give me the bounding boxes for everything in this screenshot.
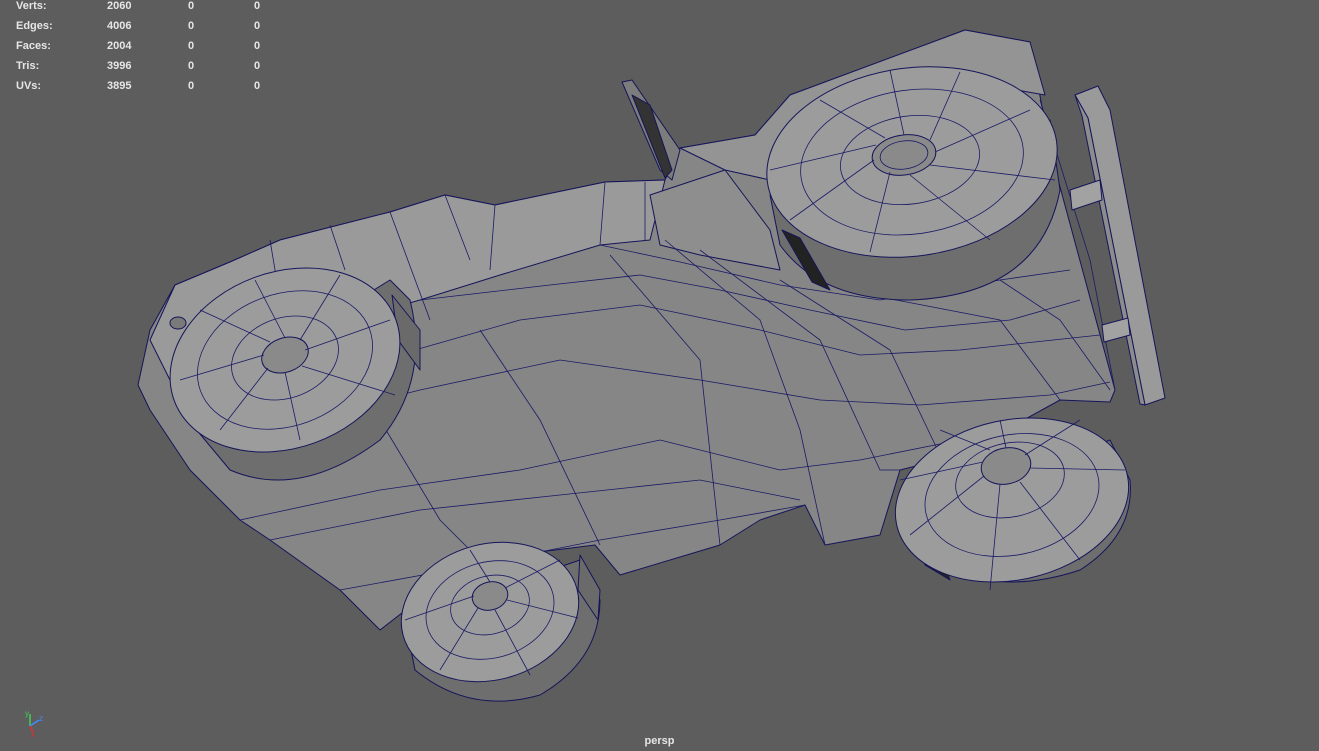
bumper-bracket-bottom (1101, 317, 1131, 343)
hud-selected-value: 0 (188, 80, 195, 92)
camera-name-label: persp (644, 735, 675, 747)
hud-label: Faces: (16, 40, 51, 52)
hud-label: Verts: (16, 0, 47, 12)
hud-selected-value: 0 (188, 20, 195, 32)
hud-component-value: 0 (254, 20, 261, 32)
bumper-bracket-top (1069, 179, 1103, 211)
hud-total-value: 3895 (107, 80, 132, 92)
hud-component-value: 0 (254, 60, 261, 72)
headlight-detail (169, 316, 187, 330)
hud-component-value: 0 (254, 40, 261, 52)
hud-component-value: 0 (254, 0, 261, 12)
hud-label: UVs: (16, 80, 42, 92)
axis-y-label: y (25, 709, 29, 718)
hud-label: Tris: (16, 60, 40, 72)
hud-component-value: 0 (254, 80, 261, 92)
axis-z-label: z (39, 714, 43, 723)
axis-z-line (29, 719, 40, 727)
car-model-wireframe[interactable] (0, 0, 1319, 751)
hud-total-value: 3996 (107, 60, 132, 72)
hud-label: Edges: (16, 20, 53, 32)
hud-total-value: 2060 (107, 0, 132, 12)
hud-total-value: 4006 (107, 20, 132, 32)
hud-selected-value: 0 (188, 0, 195, 12)
hud-total-value: 2004 (107, 40, 132, 52)
hud-selected-value: 0 (188, 40, 195, 52)
hud-selected-value: 0 (188, 60, 195, 72)
perspective-viewport[interactable]: Verts: 2060 0 0 Edges: 4006 0 0 Faces: 2… (0, 0, 1319, 751)
